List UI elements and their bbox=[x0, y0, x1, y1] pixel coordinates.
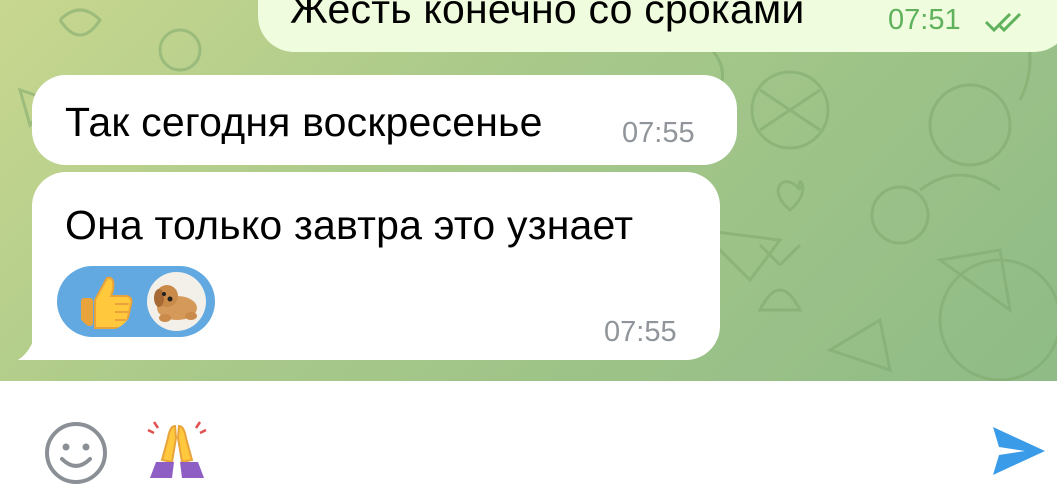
reaction-pill[interactable] bbox=[57, 266, 215, 337]
message-time: 07:55 bbox=[622, 117, 695, 149]
smiley-icon[interactable] bbox=[43, 420, 109, 486]
dog-avatar-icon bbox=[147, 272, 206, 331]
incoming-message-bubble[interactable]: Так сегодня воскресенье 07:55 bbox=[32, 75, 737, 165]
message-text: Жесть конечно со сроками bbox=[290, 0, 805, 32]
chat-background: Жесть конечно со сроками 07:51 Так сегод… bbox=[0, 0, 1057, 381]
message-time: 07:51 bbox=[888, 4, 961, 36]
folded-hands-icon[interactable] bbox=[142, 418, 212, 484]
message-text: Так сегодня воскресенье bbox=[65, 99, 543, 145]
message-input-bar[interactable] bbox=[0, 381, 1057, 494]
outgoing-message-bubble[interactable]: Жесть конечно со сроками 07:51 bbox=[258, 0, 1057, 52]
read-double-check-icon bbox=[984, 12, 1022, 33]
send-icon[interactable] bbox=[989, 421, 1049, 481]
message-time: 07:55 bbox=[604, 316, 677, 348]
message-text: Она только завтра это узнает bbox=[65, 202, 634, 248]
thumbs-up-icon bbox=[81, 276, 133, 329]
